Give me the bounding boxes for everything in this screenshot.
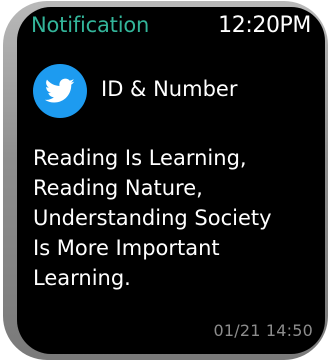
- watch-screen: Notification 12:20PM ID & Number Reading…: [17, 7, 325, 354]
- twitter-icon: [33, 64, 87, 118]
- sender-name: ID & Number: [101, 77, 238, 101]
- watch-bezel: Notification 12:20PM ID & Number Reading…: [3, 1, 328, 360]
- notification-timestamp: 01/21 14:50: [213, 321, 313, 340]
- notification-title: Notification: [31, 13, 150, 37]
- notification-sender[interactable]: ID & Number: [33, 64, 303, 118]
- notification-header: Notification 12:20PM: [31, 11, 311, 45]
- clock: 12:20PM: [218, 13, 311, 38]
- notification-message: Reading Is Learning, Reading Nature, Und…: [33, 146, 272, 290]
